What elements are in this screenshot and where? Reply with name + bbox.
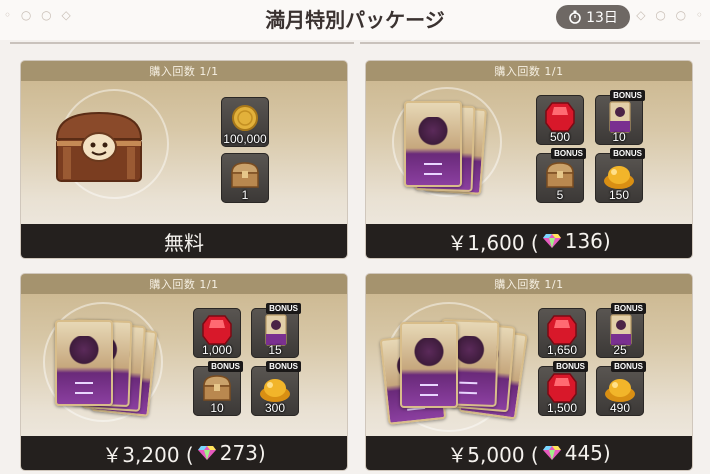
card-art	[55, 320, 113, 406]
card-art	[404, 101, 462, 187]
item-quantity: 500	[549, 130, 571, 144]
item-quantity: 1,650	[546, 343, 578, 357]
bonus-badge: BONUS	[610, 148, 645, 159]
chest-icon	[546, 162, 574, 188]
reward-item[interactable]: BONUS 25	[596, 303, 646, 358]
price-text: ￥1,600 (	[447, 230, 539, 255]
price-text: ￥3,200 (	[102, 442, 194, 467]
item-quantity: 15	[268, 343, 282, 357]
card-icon	[609, 101, 631, 133]
bonus-badge: BONUS	[551, 148, 586, 159]
reward-item[interactable]: BONUS 10	[193, 361, 243, 416]
card-icon	[610, 314, 632, 346]
item-quantity: 1,500	[546, 401, 578, 415]
price-button[interactable]: ￥5,000 ( 445)	[366, 436, 692, 470]
reward-item[interactable]: BONUS 10	[595, 90, 645, 145]
ruby-icon	[547, 373, 577, 403]
reward-item[interactable]: BONUS 300	[251, 361, 301, 416]
item-quantity: 25	[613, 343, 627, 357]
card-icon	[265, 314, 287, 346]
price-button[interactable]: ￥3,200 ( 273)	[21, 436, 347, 470]
header: ◦ ○ ○ ◇ 満月特別パッケージ 13日 ◇ ○ ○ ◦	[0, 0, 710, 40]
card-art	[400, 322, 458, 408]
gem-count: 136)	[564, 229, 611, 253]
item-quantity: 5	[556, 188, 564, 202]
diamond-icon	[542, 234, 561, 248]
ruby-icon	[547, 315, 577, 345]
item-quantity: 150	[608, 188, 630, 202]
price-text: 無料	[164, 230, 204, 255]
bonus-badge: BONUS	[266, 361, 301, 372]
ruby-icon	[545, 102, 575, 132]
divider	[360, 42, 700, 44]
days-remaining-badge: 13日	[556, 5, 630, 29]
package-card-free[interactable]: 購入回数 1/1 100,000 1 無料	[21, 61, 347, 258]
divider	[10, 42, 354, 44]
item-quantity: 10	[612, 130, 626, 144]
gem-count: 445)	[564, 441, 611, 465]
chest-icon	[231, 162, 259, 188]
item-quantity: 300	[264, 401, 286, 415]
bonus-badge: BONUS	[611, 303, 646, 314]
price-button[interactable]: 無料	[21, 224, 347, 258]
package-card-3200[interactable]: 購入回数 1/1 1,000 BONUS 15 BONUS 10 BONUS 3…	[21, 274, 347, 470]
diamond-icon	[197, 446, 216, 460]
reward-item[interactable]: BONUS 5	[536, 148, 586, 203]
ornament-right-icon: ◇ ○ ○ ◦	[636, 8, 706, 22]
diamond-icon	[542, 446, 561, 460]
ruby-icon	[202, 315, 232, 345]
bonus-badge: BONUS	[266, 303, 301, 314]
gold-coin-icon	[232, 105, 258, 131]
reward-item[interactable]: BONUS 15	[251, 303, 301, 358]
reward-item[interactable]: 100,000	[221, 97, 269, 147]
stopwatch-icon	[569, 10, 581, 24]
item-quantity: 1	[241, 188, 249, 202]
bonus-badge: BONUS	[208, 361, 243, 372]
reward-item[interactable]: BONUS 490	[596, 361, 646, 416]
package-card-1600[interactable]: 購入回数 1/1 500 BONUS 10 BONUS 5 BONUS 150 …	[366, 61, 692, 258]
bonus-badge: BONUS	[611, 361, 646, 372]
treasure-chest-icon	[55, 111, 143, 182]
reward-item[interactable]: BONUS 150	[595, 148, 645, 203]
package-card-5000[interactable]: 購入回数 1/1 1,650 BONUS 25 BONUS 1,500 BONU…	[366, 274, 692, 470]
purchase-limit: 購入回数 1/1	[21, 274, 347, 294]
days-remaining-text: 13日	[586, 10, 618, 26]
item-quantity: 10	[210, 401, 224, 415]
purchase-limit: 購入回数 1/1	[21, 61, 347, 81]
bonus-badge: BONUS	[610, 90, 645, 101]
price-button[interactable]: ￥1,600 ( 136)	[366, 224, 692, 258]
reward-item[interactable]: BONUS 1,500	[538, 361, 588, 416]
reward-item[interactable]: 1,000	[193, 308, 241, 358]
reward-item[interactable]: 1	[221, 153, 269, 203]
purchase-limit: 購入回数 1/1	[366, 274, 692, 294]
reward-item[interactable]: 1,650	[538, 308, 586, 358]
item-quantity: 100,000	[223, 132, 267, 146]
chest-icon	[203, 375, 231, 401]
item-quantity: 1,000	[201, 343, 233, 357]
purchase-limit: 購入回数 1/1	[366, 61, 692, 81]
gold-pile-icon	[605, 379, 635, 402]
price-text: ￥5,000 (	[447, 442, 539, 467]
bonus-badge: BONUS	[553, 361, 588, 372]
reward-item[interactable]: 500	[536, 95, 584, 145]
gold-pile-icon	[260, 379, 290, 402]
gold-pile-icon	[604, 166, 634, 189]
item-quantity: 490	[609, 401, 631, 415]
gem-count: 273)	[219, 441, 266, 465]
